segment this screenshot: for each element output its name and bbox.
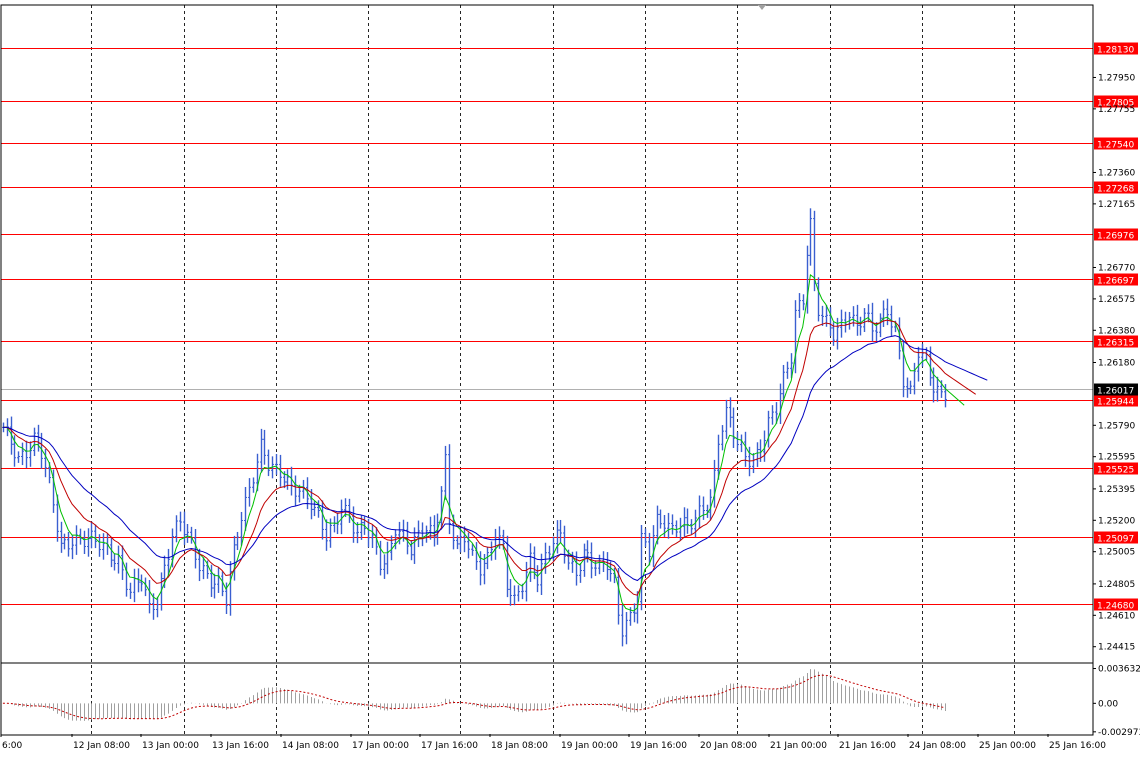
chart-background [0, 0, 1140, 757]
time-tick-label: 21 Jan 16:00 [839, 741, 896, 751]
level-tag-label: 1.25097 [1097, 535, 1134, 545]
axis-tick-label: 1.27165 [1098, 200, 1135, 210]
level-tag-label: 1.27268 [1097, 185, 1134, 195]
time-tick-label: 19 Jan 16:00 [630, 741, 687, 751]
axis-tick-label: 1.27360 [1098, 168, 1135, 178]
axis-tick-label: 1.26180 [1098, 358, 1135, 368]
osc-axis-tick-label: 0.00 [1098, 699, 1118, 709]
level-tag-label: 1.25525 [1097, 466, 1134, 476]
trading-terminal: 1.28130 1.27805 1.27540 1.27268 1.26976 1.266… [0, 0, 1140, 757]
time-tick-label: 13 Jan 00:00 [142, 741, 199, 751]
time-tick-label: 25 Jan 00:00 [979, 741, 1036, 751]
price-chart[interactable]: 1.281301.278051.275401.272681.269761.266… [0, 0, 1140, 757]
level-tag-label: 1.26697 [1097, 277, 1134, 287]
osc-axis-tick-label: -0.002973 [1098, 728, 1140, 738]
level-tag-label: 1.27540 [1097, 141, 1134, 151]
level-tag-label: 1.24680 [1097, 602, 1134, 612]
axis-tick-label: 1.26770 [1098, 263, 1135, 273]
axis-tick-label: 1.25200 [1098, 516, 1135, 526]
time-tick-label: 21 Jan 00:00 [770, 741, 827, 751]
time-tick-label: 14 Jan 08:00 [282, 741, 339, 751]
level-tag-label: 1.25944 [1097, 398, 1134, 408]
axis-tick-label: 1.24415 [1098, 643, 1135, 653]
level-tag-label: 1.28130 [1097, 46, 1134, 56]
axis-tick-label: 1.25790 [1098, 421, 1135, 431]
axis-tick-label: 1.24610 [1098, 611, 1135, 621]
axis-tick-label: 1.25005 [1098, 548, 1135, 558]
level-tag-label: 1.26315 [1097, 339, 1134, 349]
time-tick-label: 19 Jan 00:00 [561, 741, 618, 751]
level-tag-label: 1.26976 [1097, 232, 1134, 242]
time-tick-label: 25 Jan 16:00 [1049, 741, 1106, 751]
time-tick-label: 17 Jan 16:00 [421, 741, 478, 751]
time-tick-label: 17 Jan 00:00 [352, 741, 409, 751]
axis-tick-label: 1.26380 [1098, 326, 1135, 336]
time-tick-label: 24 Jan 08:00 [909, 741, 966, 751]
time-tick-label: 12 Jan 08:00 [73, 741, 130, 751]
time-tick-label: 6:00 [2, 741, 22, 751]
time-tick-label: 13 Jan 16:00 [212, 741, 269, 751]
time-tick-label: 18 Jan 08:00 [491, 741, 548, 751]
osc-axis-tick-label: 0.003632 [1098, 665, 1140, 675]
axis-tick-label: 1.27950 [1098, 73, 1135, 83]
time-tick-label: 20 Jan 08:00 [700, 741, 757, 751]
axis-tick-label: 1.25595 [1098, 453, 1135, 463]
current-price-label: 1.26017 [1097, 387, 1134, 397]
axis-tick-label: 1.26575 [1098, 295, 1135, 305]
axis-tick-label: 1.25395 [1098, 485, 1135, 495]
axis-tick-label: 1.24805 [1098, 580, 1135, 590]
axis-tick-label: 1.27755 [1098, 105, 1135, 115]
